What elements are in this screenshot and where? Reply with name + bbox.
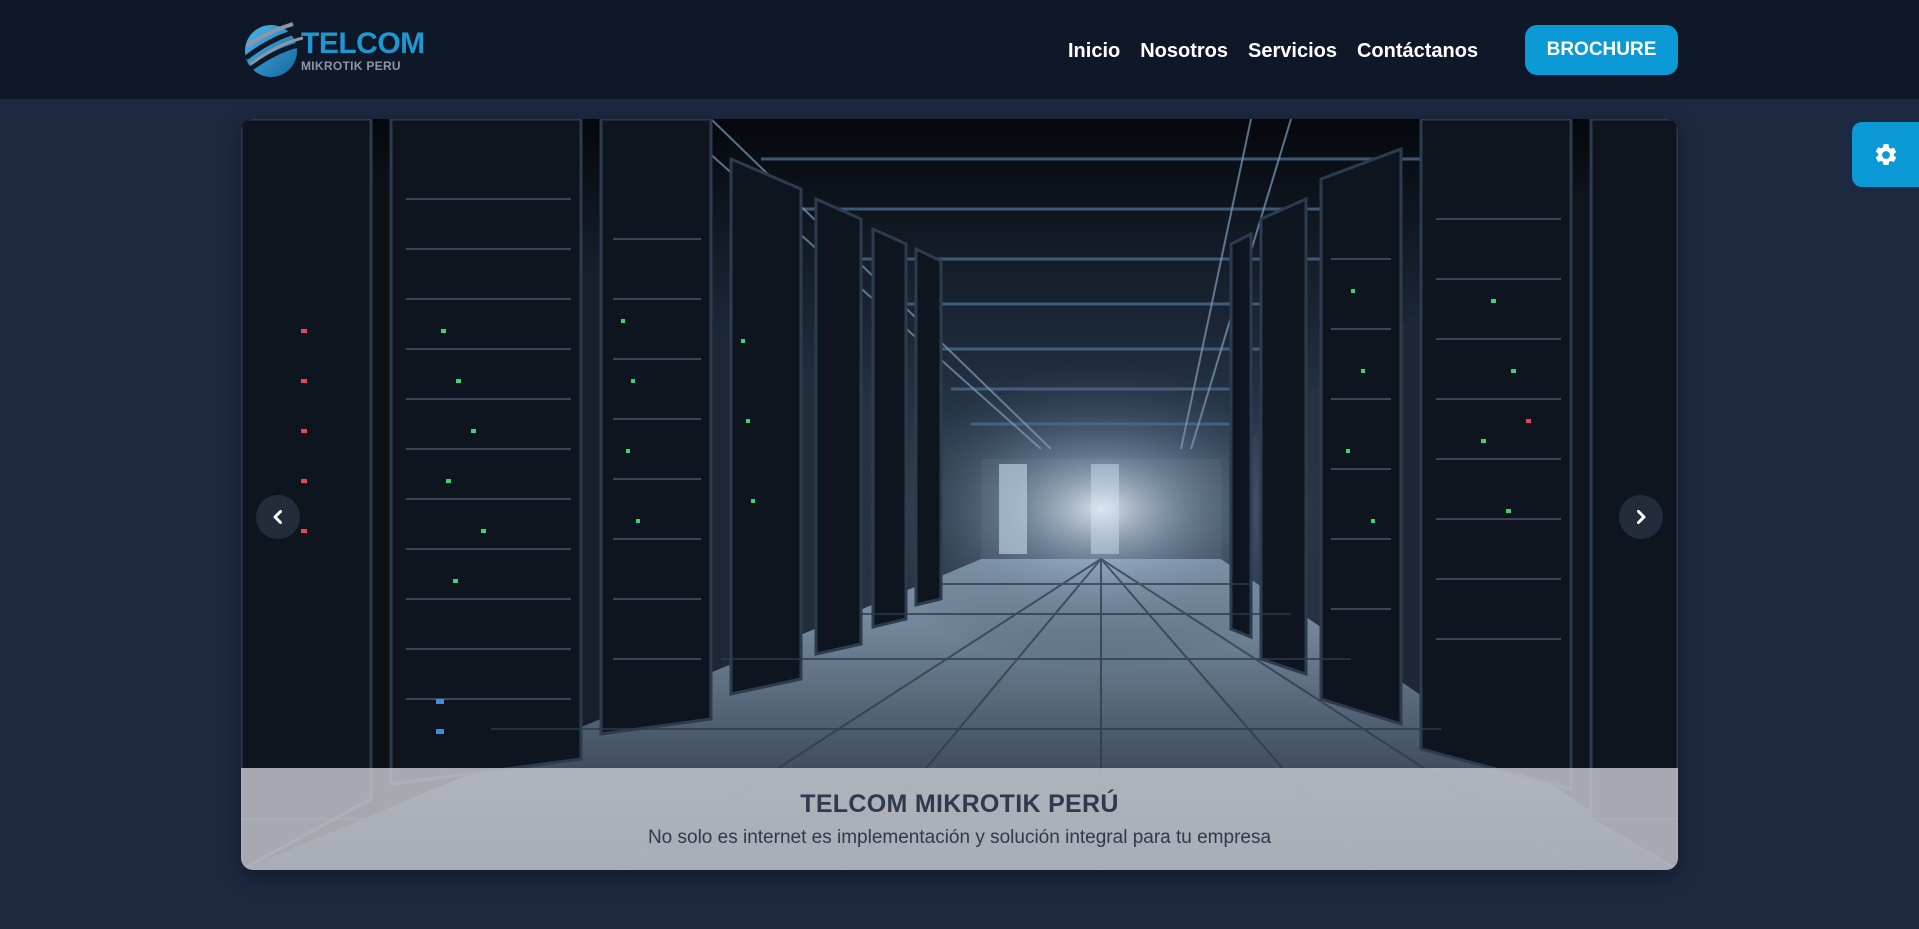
settings-toggle-button[interactable] [1852, 122, 1919, 187]
hero-carousel: TELCOM MIKROTIK PERÚ No solo es internet… [241, 119, 1678, 870]
globe-swoosh-icon [244, 22, 303, 77]
gear-icon [1875, 143, 1896, 165]
brand-name: TELCOM [301, 26, 425, 60]
site-header: TELCOM MIKROTIK PERU Inicio Nosotros Ser… [0, 0, 1919, 99]
carousel-prev-button[interactable] [256, 495, 300, 539]
caption-text: No solo es internet es implementación y … [647, 826, 1272, 848]
main-nav: Inicio Nosotros Servicios Contáctanos [1068, 36, 1478, 66]
carousel-next-button[interactable] [1619, 495, 1663, 539]
carousel-caption: TELCOM MIKROTIK PERÚ No solo es internet… [241, 768, 1678, 870]
nav-link-servicios[interactable]: Servicios [1248, 40, 1337, 63]
caption-title: TELCOM MIKROTIK PERÚ [800, 789, 1119, 818]
nav-link-inicio[interactable]: Inicio [1068, 40, 1120, 63]
nav-link-contactanos[interactable]: Contáctanos [1357, 40, 1478, 63]
brochure-button[interactable]: BROCHURE [1525, 25, 1678, 75]
brand-logo[interactable]: TELCOM MIKROTIK PERU [243, 20, 425, 80]
server-room-image [241, 119, 1678, 870]
brand-tagline: MIKROTIK PERU [301, 58, 401, 73]
chevron-left-icon [273, 510, 282, 524]
chevron-right-icon [1637, 510, 1646, 524]
nav-link-nosotros[interactable]: Nosotros [1140, 40, 1228, 63]
